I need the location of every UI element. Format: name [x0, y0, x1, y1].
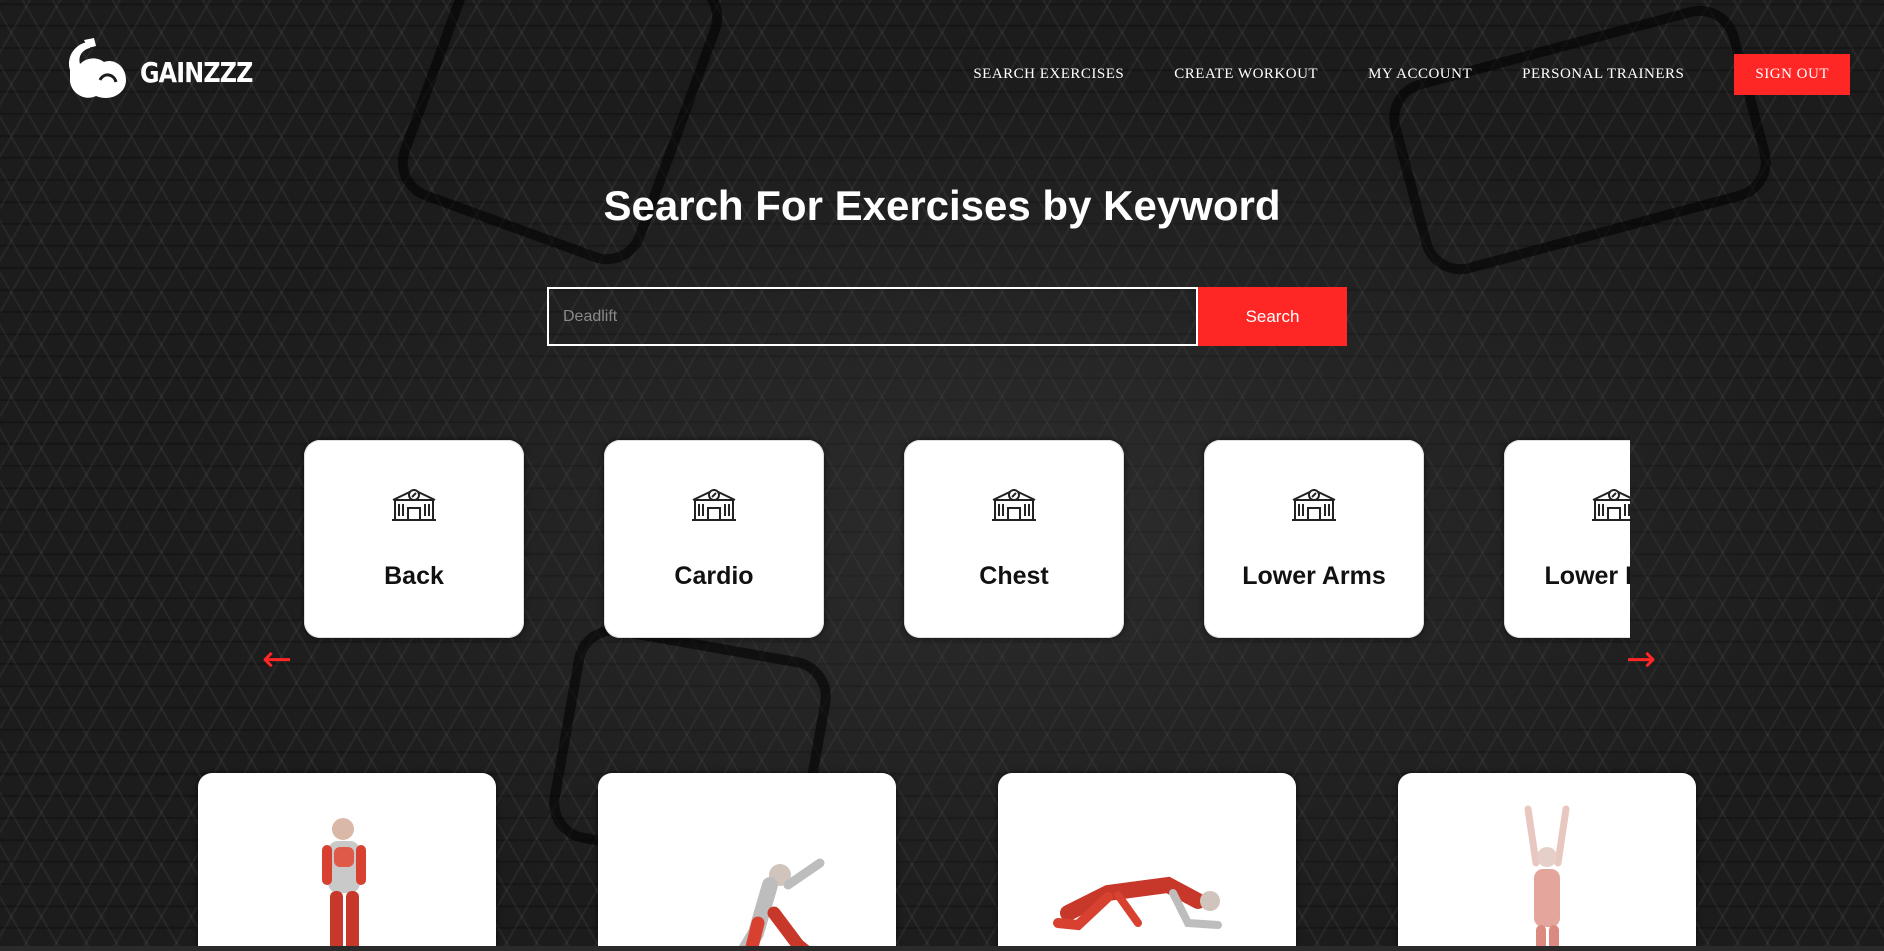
- search-button[interactable]: Search: [1198, 287, 1347, 346]
- gym-building-icon: [692, 488, 736, 521]
- arms-up-muscle-figure: [1524, 805, 1570, 951]
- lunge-muscle-figure: [735, 858, 825, 951]
- gym-building-icon: [1292, 488, 1336, 521]
- brand-logo[interactable]: GAINZZZ: [60, 36, 272, 108]
- exercise-card[interactable]: [598, 773, 896, 951]
- background-seam: [1380, 0, 1780, 284]
- category-label: Lower Arms: [1242, 562, 1386, 590]
- gym-building-icon: [392, 488, 436, 521]
- main-nav: SEARCH EXERCISES CREATE WORKOUT MY ACCOU…: [973, 54, 1850, 95]
- carousel-prev-arrow-icon[interactable]: ←: [262, 642, 292, 678]
- brand-name: GAINZZZ: [140, 55, 253, 89]
- search-input[interactable]: [547, 287, 1198, 346]
- nav-personal-trainers[interactable]: PERSONAL TRAINERS: [1522, 66, 1684, 83]
- page-title: Search For Exercises by Keyword: [603, 182, 1281, 229]
- category-card-chest[interactable]: Chest: [904, 440, 1124, 638]
- standing-muscle-figure: [322, 818, 366, 951]
- gym-building-icon: [1592, 488, 1630, 521]
- nav-create-workout[interactable]: CREATE WORKOUT: [1174, 66, 1318, 83]
- search-bar: Search: [547, 287, 1347, 346]
- nav-my-account[interactable]: MY ACCOUNT: [1368, 66, 1472, 83]
- background-seam: [386, 0, 734, 276]
- category-carousel: Back Cardio Chest Lower Arms Lower Legs: [300, 435, 1630, 645]
- category-card-cardio[interactable]: Cardio: [604, 440, 824, 638]
- carousel-next-arrow-icon[interactable]: →: [1626, 642, 1656, 678]
- exercise-card[interactable]: [198, 773, 496, 951]
- crawl-muscle-figure: [1053, 876, 1222, 931]
- category-label: Chest: [979, 562, 1049, 590]
- nav-search-exercises[interactable]: SEARCH EXERCISES: [973, 66, 1124, 83]
- category-card-lower-arms[interactable]: Lower Arms: [1204, 440, 1424, 638]
- category-label: Lower Legs: [1544, 562, 1630, 590]
- category-card-back[interactable]: Back: [304, 440, 524, 638]
- exercise-card[interactable]: [998, 773, 1296, 951]
- gym-building-icon: [992, 488, 1036, 521]
- flexed-arm-icon: [68, 38, 126, 99]
- sign-out-button[interactable]: SIGN OUT: [1734, 54, 1850, 95]
- category-label: Back: [384, 562, 444, 590]
- category-label: Cardio: [674, 562, 754, 590]
- bottom-scroll-edge: [0, 946, 1884, 951]
- category-card-lower-legs[interactable]: Lower Legs: [1504, 440, 1630, 638]
- exercise-card[interactable]: [1398, 773, 1696, 951]
- carousel-track: Back Cardio Chest Lower Arms Lower Legs: [300, 435, 1630, 643]
